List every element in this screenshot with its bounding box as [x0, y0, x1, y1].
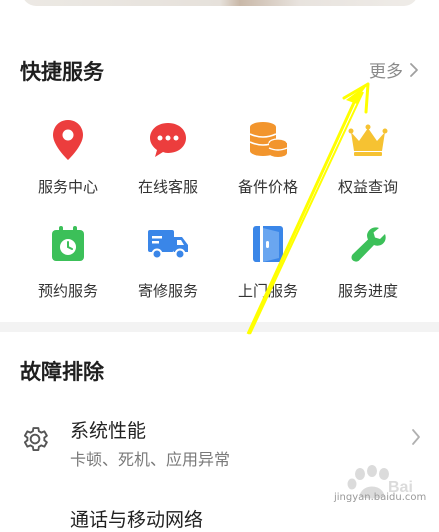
mail-repair-item[interactable]: 寄修服务: [118, 222, 218, 306]
quick-services-title: 快捷服务: [20, 60, 104, 84]
troubleshooting-title: 故障排除: [20, 360, 104, 384]
appointment-service-item[interactable]: 预约服务: [18, 222, 118, 306]
more-label: 更多: [369, 62, 403, 82]
service-label: 服务中心: [37, 178, 98, 196]
online-support-item[interactable]: 在线客服: [118, 118, 218, 202]
watermark-text: jingyan.baidu.com: [334, 492, 427, 503]
parts-price-item[interactable]: 备件价格: [218, 118, 318, 202]
top-banner-image[interactable]: [22, 0, 418, 6]
crown-icon: [346, 118, 390, 162]
service-label: 权益查询: [337, 178, 398, 196]
section-divider: [0, 322, 439, 332]
service-label: 服务进度: [337, 282, 398, 300]
door-icon: [246, 222, 290, 266]
calendar-clock-icon: [46, 222, 90, 266]
wrench-icon: [346, 222, 390, 266]
service-label: 上门服务: [237, 282, 298, 300]
network-row-title[interactable]: 通话与移动网络: [70, 505, 203, 532]
service-label: 备件价格: [237, 178, 298, 196]
row-title: 系统性能: [70, 420, 147, 442]
chevron-right-icon: [410, 62, 418, 77]
onsite-service-item[interactable]: 上门服务: [218, 222, 318, 306]
coin-stack-icon: [246, 118, 290, 162]
chat-bubble-icon: [146, 118, 190, 162]
delivery-truck-icon: [146, 222, 190, 266]
quick-services-grid: 服务中心 在线客服 备件价格 权益查询 预约服务 寄修服务 上门服务 服务进度: [18, 118, 428, 306]
row-subtitle: 卡顿、死机、应用异常: [70, 450, 231, 469]
more-link[interactable]: 更多: [369, 57, 419, 82]
chevron-right-icon: [412, 429, 420, 445]
service-label: 在线客服: [137, 178, 198, 196]
service-label: 预约服务: [37, 282, 98, 300]
benefits-query-item[interactable]: 权益查询: [318, 118, 418, 202]
gear-icon: [23, 427, 48, 451]
location-pin-icon: [46, 118, 90, 162]
service-progress-item[interactable]: 服务进度: [318, 222, 418, 306]
service-label: 寄修服务: [137, 282, 198, 300]
service-center-item[interactable]: 服务中心: [18, 118, 118, 202]
